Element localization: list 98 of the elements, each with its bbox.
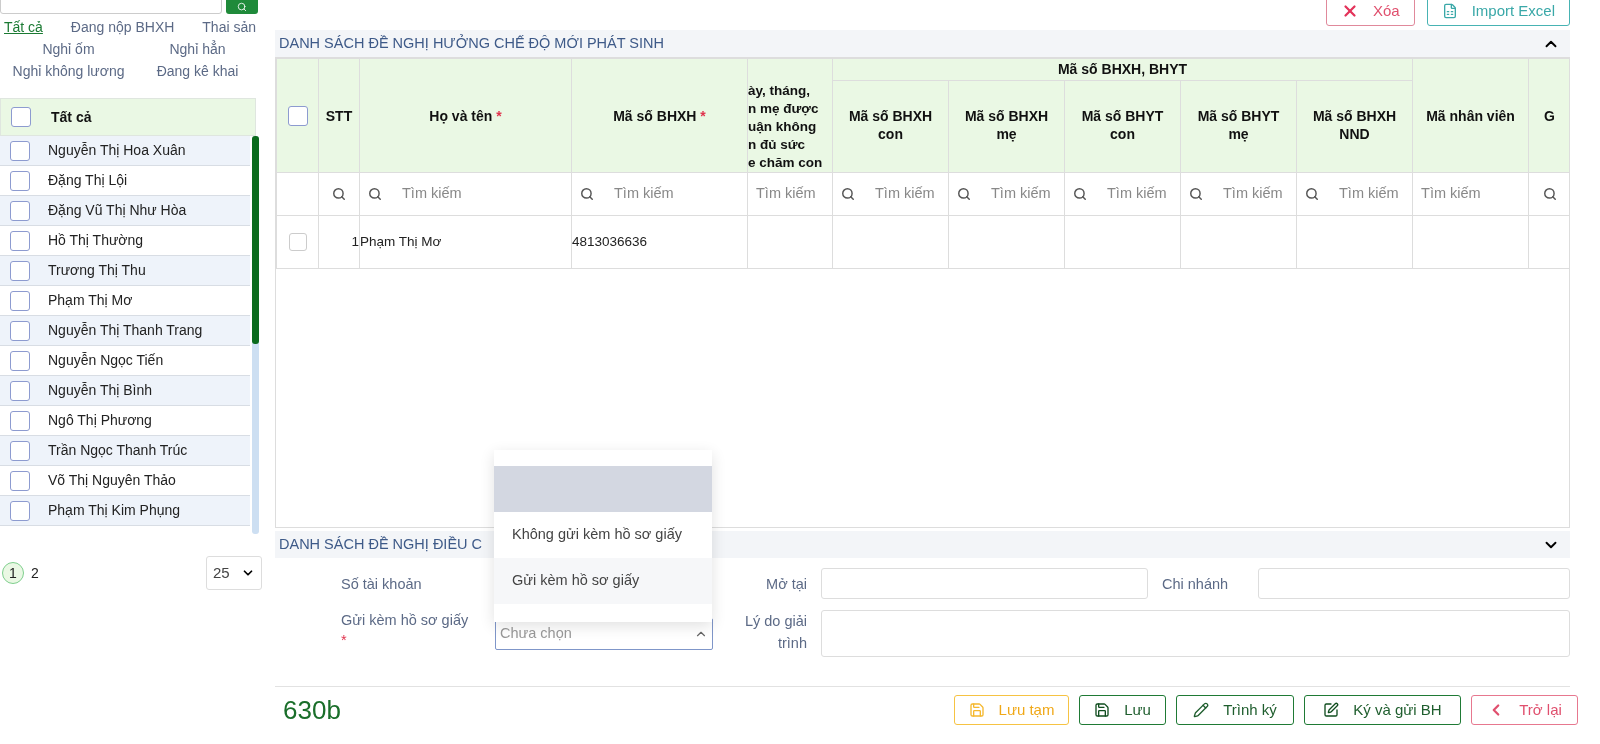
filter-link[interactable]: Nghỉ hẳn bbox=[169, 40, 226, 58]
edit-icon bbox=[1323, 702, 1340, 718]
page-size-select[interactable]: 25 bbox=[206, 556, 262, 590]
employee-name: Trần Ngọc Thanh Trúc bbox=[48, 441, 188, 460]
search-icon bbox=[1073, 187, 1087, 201]
employee-name: Trương Thị Thu bbox=[48, 261, 146, 280]
checkbox[interactable] bbox=[10, 350, 30, 371]
column-header: STT bbox=[318, 58, 360, 173]
section-title: DANH SÁCH ĐỀ NGHỊ ĐIỀU C bbox=[279, 534, 483, 554]
employee-name: Võ Thị Nguyên Thảo bbox=[48, 471, 176, 490]
employee-row[interactable]: Nguyễn Thị Bình bbox=[0, 376, 250, 406]
filter-link[interactable]: Nghỉ ốm bbox=[42, 40, 95, 58]
list-header: Tất cả bbox=[51, 107, 92, 127]
action-button[interactable]: Ký và gửi BH bbox=[1304, 695, 1461, 725]
employee-row[interactable]: Nguyễn Thị Hoa Xuân bbox=[0, 136, 250, 166]
field-label: Lý do giải trình bbox=[743, 612, 808, 653]
search-icon bbox=[368, 187, 382, 201]
column-header: Mã nhân viên bbox=[1412, 58, 1529, 173]
checkbox[interactable] bbox=[10, 200, 30, 221]
employee-name: Hồ Thị Thường bbox=[48, 231, 144, 250]
search-icon bbox=[1305, 187, 1319, 201]
employee-name: Phạm Thị Mơ bbox=[48, 291, 133, 310]
employee-row[interactable]: Phạm Thị Kim Phụng bbox=[0, 496, 250, 526]
employee-name: Đặng Vũ Thị Như Hòa bbox=[48, 201, 187, 220]
checkbox[interactable] bbox=[10, 470, 30, 491]
column-header: G bbox=[1528, 58, 1569, 173]
employee-row[interactable]: Trần Ngọc Thanh Trúc bbox=[0, 436, 250, 466]
field-label: Chi nhánh bbox=[1161, 575, 1230, 594]
employee-row[interactable]: Đặng Vũ Thị Như Hòa bbox=[0, 196, 250, 226]
column-header: Mã số BHXH * bbox=[571, 58, 748, 173]
employee-name: Nguyễn Thị Bình bbox=[48, 381, 153, 400]
field-label: Số tài khoản bbox=[340, 575, 423, 594]
column-header: ày, tháng, n mẹ được uận không n đủ sức e chăm con bbox=[747, 58, 833, 173]
checkbox[interactable] bbox=[10, 140, 30, 161]
employee-row[interactable]: Trương Thị Thu bbox=[0, 256, 250, 286]
search-icon bbox=[1189, 187, 1203, 201]
checkbox[interactable] bbox=[10, 440, 30, 461]
employee-name: Đặng Thị Lội bbox=[48, 171, 128, 190]
dropdown-option[interactable]: Gửi kèm hồ sơ giấy bbox=[494, 558, 712, 604]
pencil-icon bbox=[1193, 702, 1210, 718]
page-link[interactable]: 2 bbox=[24, 562, 46, 584]
checkbox[interactable] bbox=[10, 320, 30, 341]
filter-link[interactable]: Đang kê khai bbox=[156, 62, 239, 80]
input-field[interactable] bbox=[821, 568, 1148, 599]
column-header: Mã số BHXH con bbox=[832, 80, 949, 173]
checkbox[interactable] bbox=[10, 290, 30, 311]
save-icon bbox=[968, 702, 985, 718]
checkbox[interactable] bbox=[10, 410, 30, 431]
column-header: Mã số BHYT mẹ bbox=[1180, 80, 1297, 173]
section-title: DANH SÁCH ĐỀ NGHỊ HƯỞNG CHẾ ĐỘ MỚI PHÁT SINH bbox=[279, 33, 664, 53]
table-cell: 1 bbox=[351, 233, 359, 249]
column-header: Mã số BHXH mẹ bbox=[948, 80, 1065, 173]
checkbox[interactable] bbox=[10, 170, 30, 191]
checkbox[interactable] bbox=[10, 500, 30, 521]
spreadsheet-icon bbox=[1441, 3, 1458, 19]
checkbox[interactable] bbox=[288, 233, 307, 251]
field-label: Gửi kèm hồ sơ giấy bbox=[341, 611, 470, 630]
employee-row[interactable]: Nguyễn Thị Thanh Trang bbox=[0, 316, 250, 346]
text-area[interactable] bbox=[821, 610, 1570, 657]
search-icon bbox=[237, 2, 247, 12]
employee-name: Nguyễn Ngọc Tiến bbox=[48, 351, 164, 370]
table-cell: Phạm Thị Mơ bbox=[360, 233, 442, 249]
employee-name: Nguyễn Thị Thanh Trang bbox=[48, 321, 203, 340]
search-field[interactable]: Tìm kiếm bbox=[402, 183, 462, 205]
checkbox[interactable] bbox=[11, 107, 31, 127]
search-field[interactable]: Tìm kiếm bbox=[614, 183, 674, 205]
checkbox[interactable] bbox=[10, 230, 30, 251]
search-icon bbox=[332, 187, 346, 201]
required-mark: * bbox=[341, 631, 348, 650]
field-label: Mở tại bbox=[765, 575, 808, 594]
search-icon bbox=[1542, 187, 1557, 201]
search-icon bbox=[580, 187, 594, 201]
checkbox[interactable] bbox=[10, 380, 30, 401]
employee-name: Nguyễn Thị Hoa Xuân bbox=[48, 141, 186, 160]
filter-link[interactable]: Tất cả bbox=[4, 18, 43, 36]
code-label: 630b bbox=[283, 695, 341, 725]
action-button[interactable]: Trở lại bbox=[1471, 695, 1578, 725]
table-cell: 4813036636 bbox=[572, 233, 648, 249]
search-icon bbox=[957, 187, 971, 201]
page-link[interactable]: 1 bbox=[2, 562, 24, 584]
column-group-header: Mã số BHXH, BHYT bbox=[832, 58, 1413, 81]
search-icon bbox=[841, 187, 855, 201]
employee-name: Ngô Thị Phương bbox=[48, 411, 152, 430]
action-button[interactable]: Trình ký bbox=[1176, 695, 1294, 725]
save-icon bbox=[1094, 702, 1111, 718]
filter-link[interactable]: Nghỉ không lương bbox=[12, 62, 125, 80]
employee-name: Phạm Thị Kim Phụng bbox=[48, 501, 181, 520]
scrollbar[interactable] bbox=[252, 136, 259, 534]
checkbox[interactable] bbox=[287, 105, 308, 126]
filter-link[interactable]: Thai sản bbox=[202, 18, 256, 36]
filter-link[interactable]: Đang nộp BHXH bbox=[70, 18, 175, 36]
input-field[interactable] bbox=[1258, 568, 1570, 599]
column-header: Mã số BHYT con bbox=[1064, 80, 1181, 173]
delete-button[interactable]: Xóa bbox=[1325, 0, 1415, 26]
column-header: Họ và tên * bbox=[359, 58, 572, 173]
dropdown-option[interactable]: Không gửi kèm hồ sơ giấy bbox=[494, 512, 712, 558]
checkbox[interactable] bbox=[10, 260, 30, 281]
action-button[interactable]: Lưu bbox=[1079, 695, 1166, 725]
